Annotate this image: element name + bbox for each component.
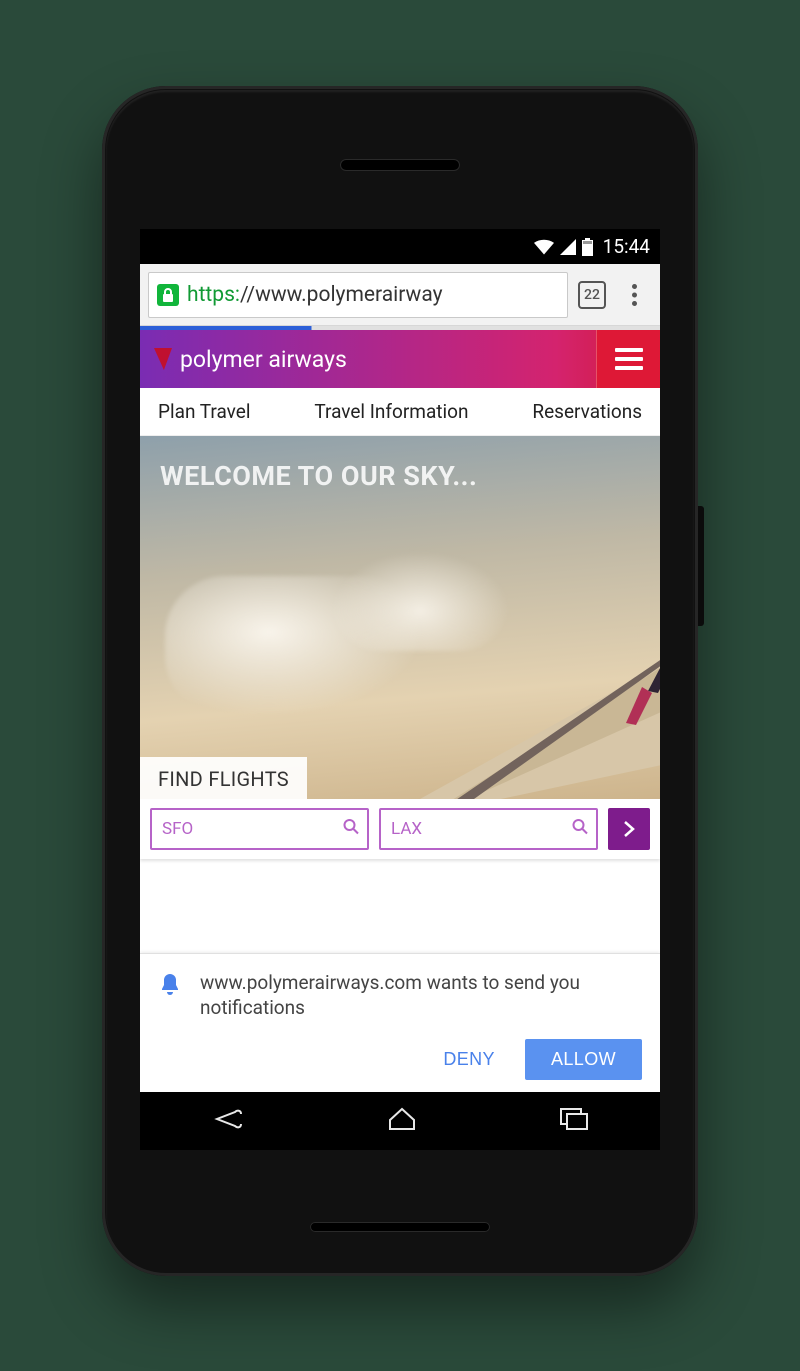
url-host-path: //www.polymerairway bbox=[240, 283, 443, 307]
chevron-right-icon bbox=[623, 820, 635, 838]
nav-travel-information[interactable]: Travel Information bbox=[314, 400, 468, 423]
url-scheme: https: bbox=[187, 283, 240, 307]
hamburger-menu-button[interactable] bbox=[596, 330, 660, 388]
back-icon bbox=[211, 1106, 245, 1132]
battery-icon bbox=[582, 238, 593, 256]
phone-screen: 15:44 https://www.polymerairway 22 polym… bbox=[140, 229, 660, 1150]
brand[interactable]: polymer airways bbox=[140, 330, 596, 388]
status-clock: 15:44 bbox=[603, 235, 650, 258]
site-header: polymer airways bbox=[140, 330, 660, 388]
flight-search-row: SFO LAX bbox=[140, 799, 660, 859]
android-status-bar: 15:44 bbox=[140, 229, 660, 264]
hero-banner: WELCOME TO OUR SKY... FIND FLIGHTS bbox=[140, 436, 660, 799]
lock-icon bbox=[157, 284, 179, 306]
phone-side-button bbox=[698, 506, 704, 626]
hero-title: WELCOME TO OUR SKY... bbox=[160, 460, 477, 492]
search-icon bbox=[343, 819, 359, 840]
phone-bottom-speaker bbox=[310, 1222, 490, 1232]
search-submit-button[interactable] bbox=[608, 808, 650, 850]
more-vert-icon bbox=[632, 284, 637, 306]
bell-icon bbox=[158, 972, 182, 1021]
nav-plan-travel[interactable]: Plan Travel bbox=[158, 400, 250, 423]
nav-reservations[interactable]: Reservations bbox=[532, 400, 642, 423]
site-nav: Plan Travel Travel Information Reservati… bbox=[140, 388, 660, 436]
home-icon bbox=[386, 1106, 418, 1132]
to-airport-input[interactable]: LAX bbox=[379, 808, 598, 850]
cellular-icon bbox=[560, 239, 576, 255]
phone-frame: 15:44 https://www.polymerairway 22 polym… bbox=[102, 86, 698, 1276]
notification-permission-prompt: www.polymerairways.com wants to send you… bbox=[140, 953, 660, 1092]
overflow-menu-button[interactable] bbox=[616, 277, 652, 313]
tab-count: 22 bbox=[584, 287, 600, 303]
hamburger-icon bbox=[615, 357, 643, 361]
from-airport-value: SFO bbox=[162, 819, 193, 839]
phone-earpiece bbox=[340, 159, 460, 171]
address-bar[interactable]: https://www.polymerairway bbox=[148, 272, 568, 318]
to-airport-value: LAX bbox=[391, 819, 422, 839]
browser-toolbar: https://www.polymerairway 22 bbox=[140, 264, 660, 326]
brand-name: polymer airways bbox=[180, 346, 347, 373]
wifi-icon bbox=[534, 239, 554, 255]
find-flights-tab[interactable]: FIND FLIGHTS bbox=[140, 757, 307, 799]
tab-switcher-button[interactable]: 22 bbox=[578, 281, 606, 309]
search-icon bbox=[572, 819, 588, 840]
from-airport-input[interactable]: SFO bbox=[150, 808, 369, 850]
android-nav-bar bbox=[140, 1092, 660, 1150]
brand-logo-icon bbox=[154, 348, 172, 370]
recents-icon bbox=[559, 1107, 589, 1131]
airplane-wing-illustration bbox=[390, 639, 660, 799]
notification-prompt-message: www.polymerairways.com wants to send you… bbox=[200, 970, 642, 1021]
home-button[interactable] bbox=[386, 1106, 418, 1136]
recents-button[interactable] bbox=[559, 1107, 589, 1135]
deny-button[interactable]: DENY bbox=[429, 1039, 509, 1080]
back-button[interactable] bbox=[211, 1106, 245, 1136]
allow-button[interactable]: ALLOW bbox=[525, 1039, 642, 1080]
